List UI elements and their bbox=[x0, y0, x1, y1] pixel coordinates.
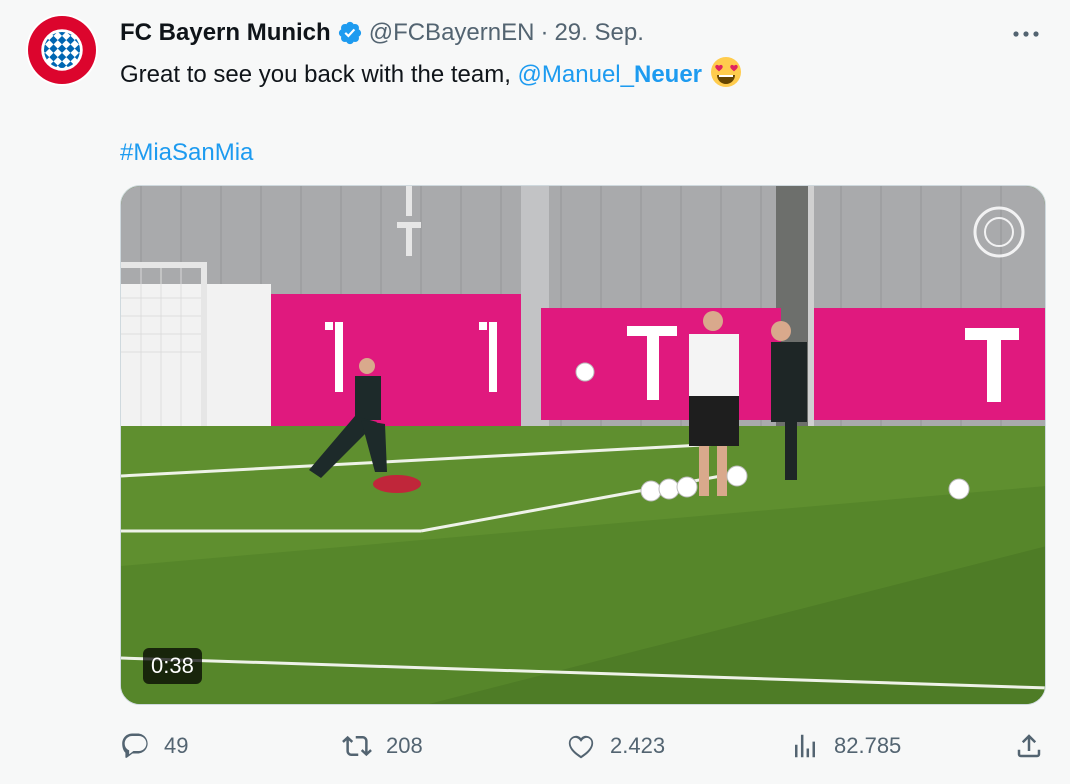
avatar[interactable] bbox=[26, 14, 98, 86]
user-handle[interactable]: @FCBayernEN bbox=[369, 19, 535, 47]
more-options-button[interactable] bbox=[1010, 20, 1042, 48]
mention-part-2: Neuer bbox=[633, 61, 703, 88]
like-button[interactable]: 2.423 bbox=[566, 728, 665, 764]
video-frame bbox=[121, 186, 1045, 704]
views-icon bbox=[795, 734, 815, 758]
video-duration: 0:38 bbox=[143, 648, 202, 684]
like-count: 2.423 bbox=[610, 733, 666, 758]
share-button[interactable] bbox=[1014, 728, 1058, 764]
share-icon bbox=[1017, 734, 1041, 758]
verified-badge-icon[interactable] bbox=[337, 20, 363, 46]
timestamp[interactable]: 29. Sep. bbox=[554, 19, 643, 47]
reply-icon bbox=[122, 733, 148, 758]
repost-button[interactable]: 208 bbox=[342, 728, 423, 764]
views-count: 82.785 bbox=[834, 733, 902, 758]
tweet-text: Great to see you back with the team, @Ma… bbox=[120, 56, 1020, 170]
views-button[interactable]: 82.785 bbox=[790, 728, 901, 764]
separator-dot: · bbox=[540, 19, 549, 46]
tweet-text-body: Great to see you back with the team, bbox=[120, 61, 518, 88]
more-icon bbox=[1013, 31, 1039, 37]
hashtag-link[interactable]: #MiaSanMia bbox=[120, 136, 1020, 170]
mention-part-1: @Manuel_ bbox=[517, 61, 634, 88]
reply-count: 49 bbox=[164, 733, 189, 758]
heart-icon bbox=[568, 735, 594, 759]
reply-button[interactable]: 49 bbox=[120, 728, 188, 764]
fc-bayern-logo bbox=[26, 14, 98, 86]
video-player[interactable]: 0:38 bbox=[120, 185, 1046, 705]
display-name[interactable]: FC Bayern Munich bbox=[120, 19, 331, 47]
heart-eyes-emoji-icon bbox=[710, 56, 742, 98]
repost-count: 208 bbox=[386, 733, 423, 758]
action-bar: 49 208 2.423 82.785 bbox=[120, 728, 1050, 764]
repost-icon bbox=[342, 735, 372, 757]
tweet-header: FC Bayern Munich @FCBayernEN · 29. Sep. bbox=[120, 18, 644, 48]
mention-link[interactable]: @Manuel_Neuer bbox=[518, 61, 702, 88]
